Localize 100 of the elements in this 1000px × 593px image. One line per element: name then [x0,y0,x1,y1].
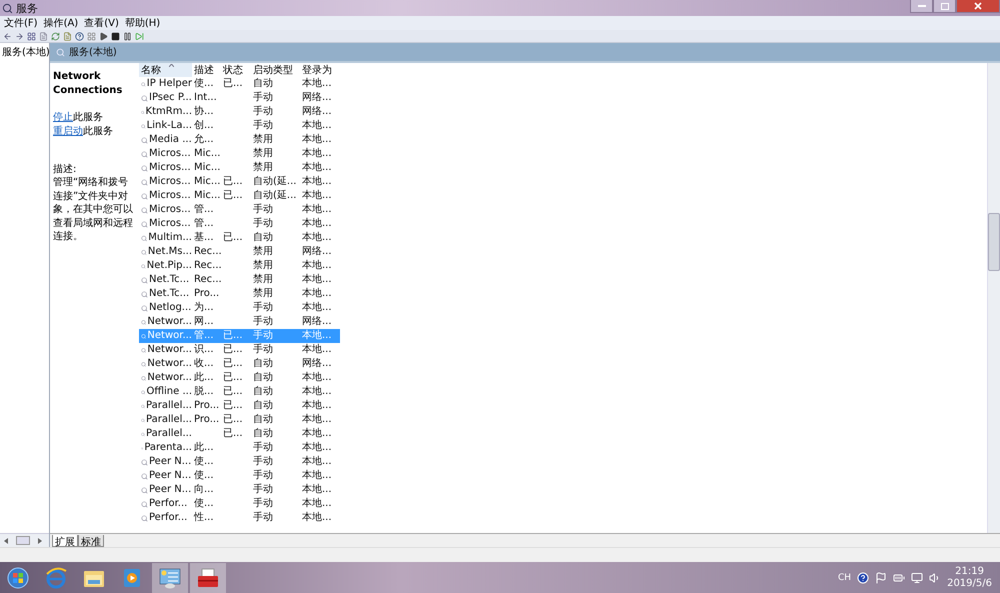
toolbox-icon[interactable] [190,562,226,592]
service-name-cell[interactable]: Networ... [139,371,192,385]
service-icon [141,486,148,494]
service-name-cell[interactable]: KtmRm... [139,105,192,119]
service-name-cell[interactable]: Networ... [139,343,192,357]
startup-type-cell-text: 手动 [252,343,274,357]
service-name-cell[interactable]: IPsec P... [139,91,192,105]
service-name-cell[interactable]: Micros... [139,175,192,189]
network-icon[interactable] [911,572,924,584]
service-name-cell[interactable]: Peer N... [139,455,192,469]
service-icon [141,164,148,172]
scroll-left-icon[interactable] [4,538,8,544]
minimize-button[interactable] [910,0,933,13]
scrollbar-thumb[interactable] [988,213,1000,271]
logon-cell: 本地... [300,329,340,343]
status-cell-text: 已... [222,231,244,245]
logon-cell-text: 本地... [301,441,333,455]
description-cell-text: Int... [193,91,218,105]
tree-item[interactable]: 服务(本地) [0,43,49,61]
service-name-cell[interactable]: Micros... [139,161,192,175]
help-icon[interactable] [75,32,84,40]
description-text: 管理“网络和拨号连接”文件夹中对象，在其中您可以查看局域网和远程连接。 [53,176,133,244]
service-icon [141,360,146,368]
logon-cell-text: 本地... [301,175,333,189]
forward-icon[interactable] [15,32,24,40]
service-icon [141,416,146,424]
view-tab[interactable]: 标准 [78,535,104,547]
service-name-cell[interactable]: Perfor... [139,497,192,511]
description-cell-text: 创... [193,119,215,133]
description-label: 描述: [53,163,78,176]
startup-type-cell-text: 手动 [252,441,274,455]
refresh-icon[interactable] [51,32,60,40]
menu-item[interactable]: 操作(A) [44,16,78,30]
service-name-cell[interactable]: Parenta... [139,441,192,455]
service-name-cell[interactable]: Parallel... [139,427,192,441]
description-cell-text: Rec... [193,273,221,287]
stop-icon[interactable] [111,32,120,40]
document-icon[interactable] [39,32,48,40]
service-name-cell[interactable]: Netlog... [139,301,192,315]
service-name-cell[interactable]: IP Helper [139,77,192,91]
back-icon[interactable] [3,32,12,40]
startup-type-cell-text: 自动 [252,413,274,427]
menu-item[interactable]: 文件(F) [4,16,38,30]
service-name-cell[interactable]: Networ... [139,315,192,329]
logon-cell-text: 本地... [301,119,333,133]
description-cell-text: 允... [193,133,215,147]
service-name-cell[interactable]: Peer N... [139,469,192,483]
menu-item[interactable]: 查看(V) [84,16,119,30]
column-header[interactable]: 名称 [139,63,192,77]
service-name-cell[interactable]: Micros... [139,203,192,217]
clock[interactable]: 21:19 2019/5/6 [947,566,992,590]
service-name-cell[interactable]: Multim... [139,231,192,245]
service-name-cell[interactable]: Net.Tc... [139,287,192,301]
battery-icon[interactable] [893,572,906,584]
service-name-cell[interactable]: Perfor... [139,511,192,525]
description-cell-text: 使... [193,455,215,469]
service-icon [141,304,148,312]
action-link[interactable]: 重启动 [53,125,83,139]
service-name-cell[interactable]: Link-La... [139,119,192,133]
service-icon [141,234,148,242]
scroll-right-icon[interactable] [38,538,42,544]
description-cell-text: 识... [193,343,215,357]
maximize-button[interactable] [933,0,956,13]
service-icon [141,332,146,340]
service-name-cell[interactable]: Net.Pip... [139,259,192,273]
service-name-cell[interactable]: Micros... [139,189,192,203]
view-tab[interactable]: 扩展 [52,535,78,547]
service-name-cell[interactable]: Offline ... [139,385,192,399]
play-icon[interactable] [99,32,108,40]
service-name-cell[interactable]: Parallel... [139,399,192,413]
logon-cell-text: 本地... [301,399,333,413]
service-name-cell[interactable]: Net.Ms... [139,245,192,259]
description-cell-text: Rec... [193,245,221,259]
action-link[interactable]: 停止 [53,111,73,125]
flag-icon[interactable] [875,572,888,584]
service-name-cell[interactable]: Micros... [139,147,192,161]
service-name-cell[interactable]: Peer N... [139,483,192,497]
services-app-icon[interactable] [152,562,188,592]
grid-icon[interactable] [27,32,36,40]
startup-type-cell-text: 自动 [252,357,274,371]
logon-cell-text: 本地... [301,161,333,175]
service-name-cell[interactable]: Media ... [139,133,192,147]
service-name-cell[interactable]: Networ... [139,357,192,371]
close-button[interactable] [956,0,1000,13]
service-name-cell[interactable]: Net.Tc... [139,273,192,287]
scroll-thumb[interactable] [16,536,30,545]
service-name-cell[interactable]: Parallel... [139,413,192,427]
logon-cell-text: 本地... [301,147,333,161]
service-name-cell[interactable]: Micros... [139,217,192,231]
service-icon [141,178,148,186]
service-icon [141,136,148,144]
resume-icon[interactable] [135,32,144,40]
search-icon [56,48,65,56]
pause-icon[interactable] [123,32,132,40]
status-cell-text: 已... [222,77,244,91]
service-icon [141,318,146,326]
service-icon [141,430,146,438]
startup-type-cell-text: 手动 [252,119,274,133]
menu-item[interactable]: 帮助(H) [124,16,160,30]
action-text: 此服务 [73,111,103,125]
